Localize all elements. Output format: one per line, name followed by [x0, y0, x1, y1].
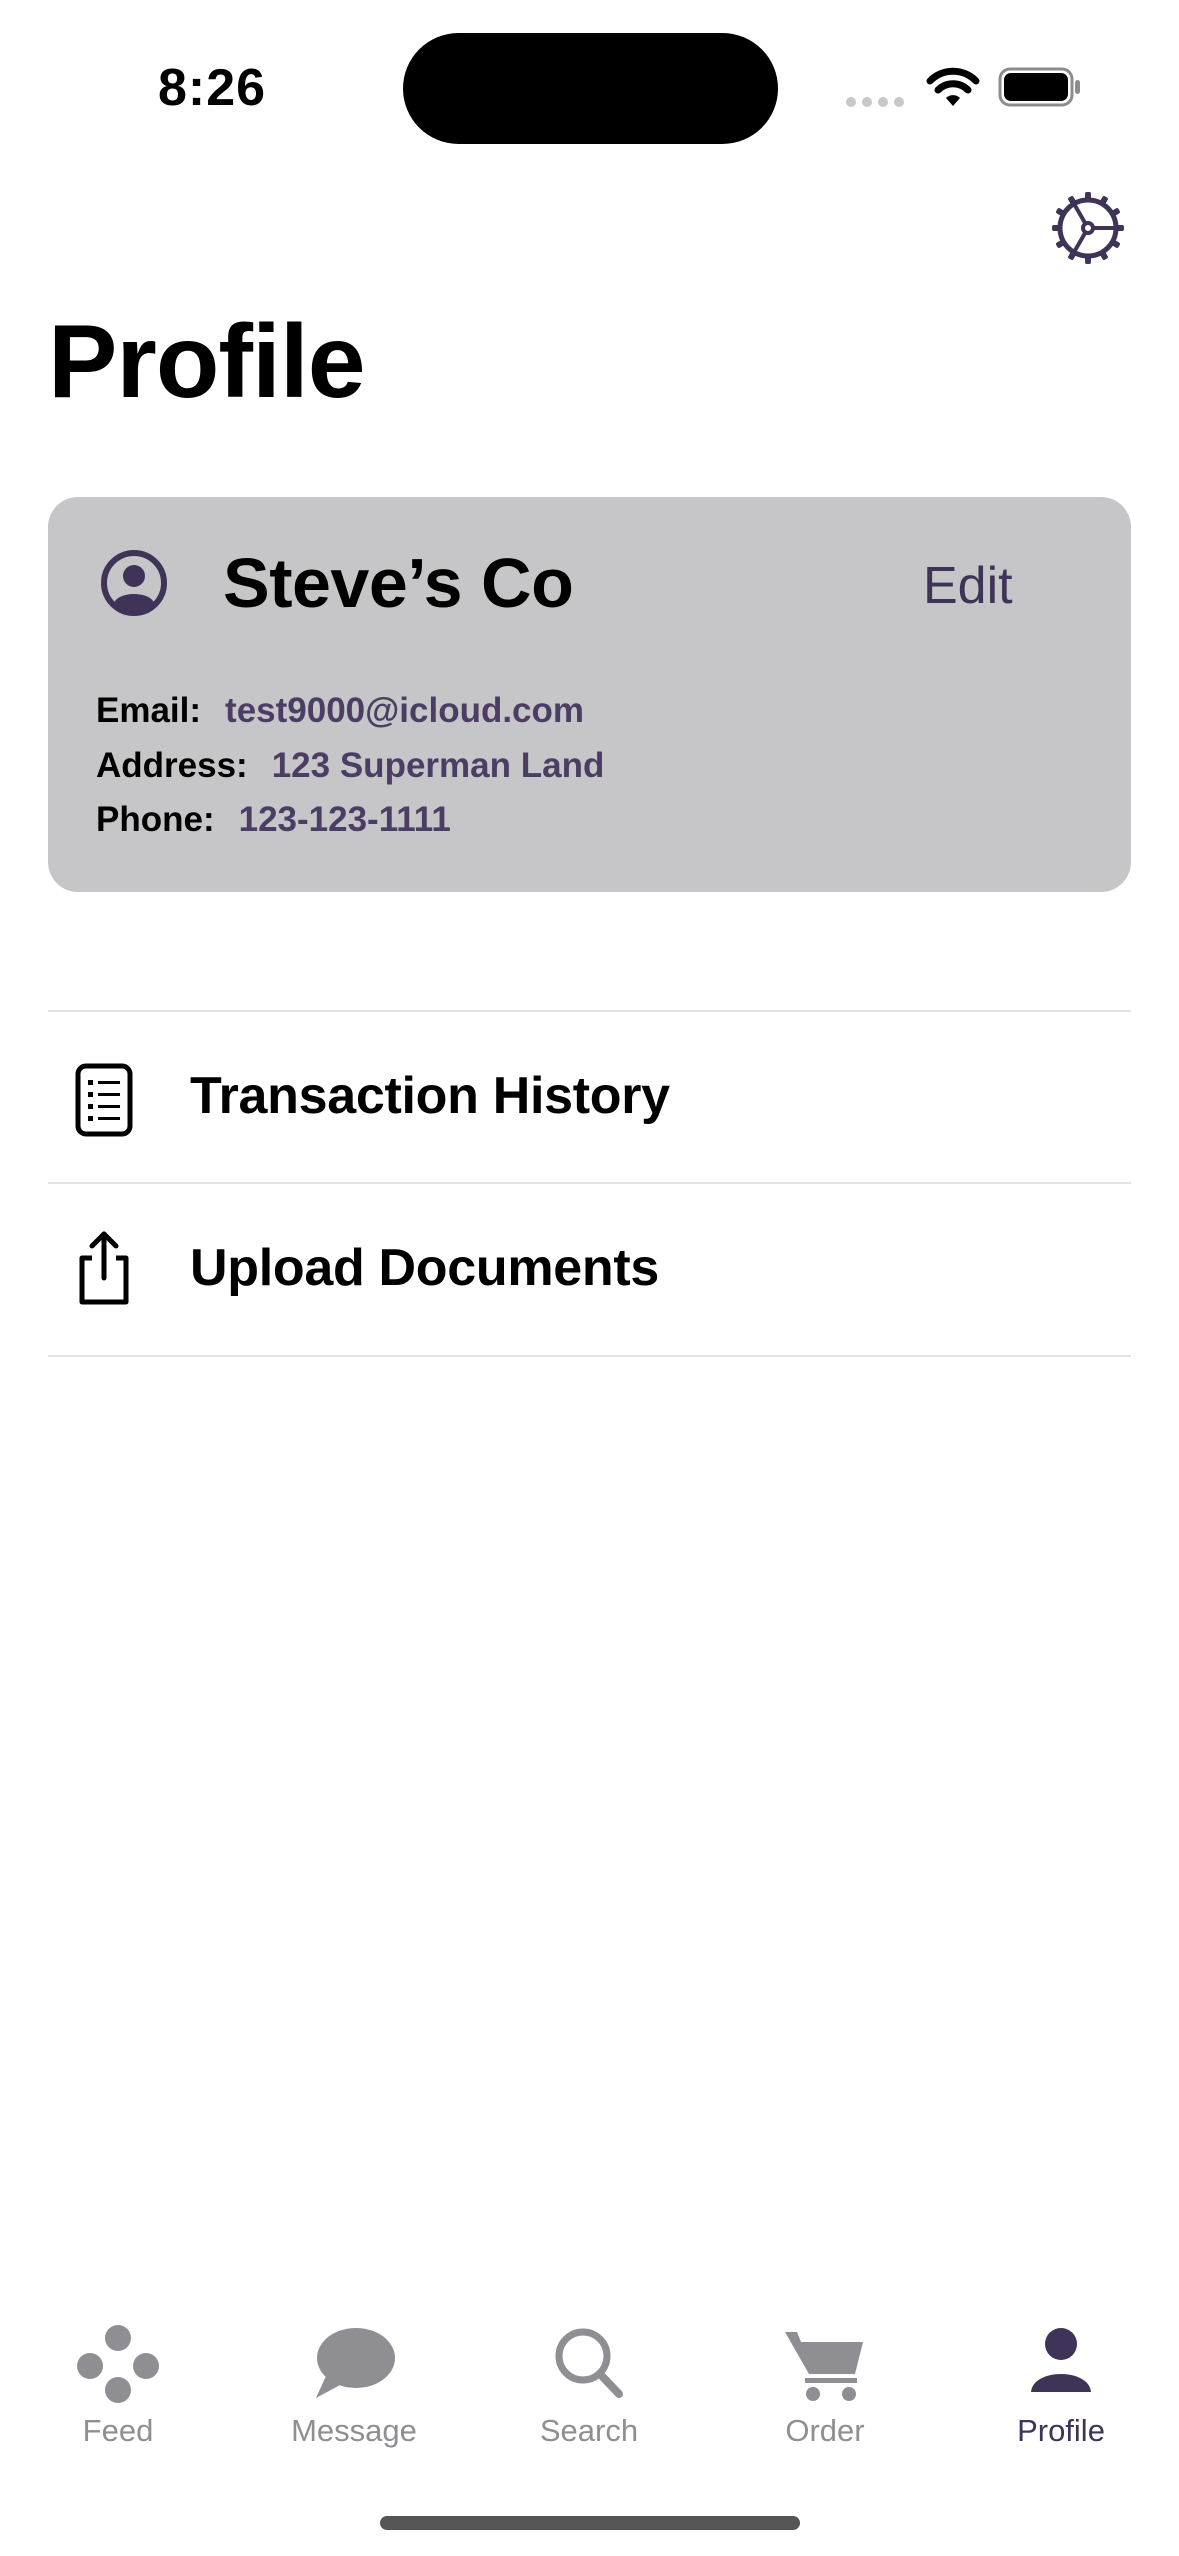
upload-documents-label: Upload Documents: [190, 1239, 660, 1297]
status-time: 8:26: [158, 59, 267, 117]
company-name: Steve’s Co: [223, 544, 574, 622]
tab-profile-label: Profile: [1017, 2413, 1105, 2448]
cart-icon: [785, 2332, 863, 2401]
cellular-signal-icon: [846, 97, 904, 107]
tab-bar: Feed Message Search Order Profile: [0, 2300, 1179, 2480]
page-title: Profile: [48, 304, 366, 420]
profile-card: Steve’s Co Edit Email: test9000@icloud.co…: [48, 497, 1131, 892]
wifi-icon: [926, 67, 980, 106]
edit-button[interactable]: Edit: [923, 556, 1013, 616]
person-circle-icon: [101, 550, 167, 616]
address-row: Address: 123 Superman Land: [96, 745, 604, 787]
dynamic-island: [403, 33, 778, 144]
profile-screen: 8:26 Profile Steve’s Co Edit Email: test…: [0, 0, 1179, 2556]
home-indicator[interactable]: [380, 2516, 800, 2530]
phone-value: 123-123-1111: [238, 800, 451, 839]
person-icon: [1031, 2328, 1091, 2392]
email-label: Email:: [96, 691, 202, 730]
tab-message[interactable]: Message: [236, 2300, 472, 2480]
upload-documents-item[interactable]: Upload Documents: [48, 1184, 1131, 1354]
phone-row: Phone: 123-123-1111: [96, 799, 451, 841]
feed-icon: [77, 2325, 159, 2403]
email-row: Email: test9000@icloud.com: [96, 690, 584, 732]
tab-message-label: Message: [291, 2413, 417, 2448]
email-value: test9000@icloud.com: [225, 691, 585, 730]
tab-order[interactable]: Order: [707, 2300, 943, 2480]
receipt-icon: [75, 1063, 133, 1137]
transaction-history-item[interactable]: Transaction History: [48, 1012, 1131, 1182]
settings-button[interactable]: [1050, 190, 1126, 266]
message-bubble-icon: [316, 2328, 395, 2398]
tab-feed[interactable]: Feed: [0, 2300, 236, 2480]
magnifier-icon: [555, 2328, 623, 2398]
tab-search-label: Search: [539, 2413, 639, 2448]
tab-feed-label: Feed: [82, 2413, 154, 2448]
tab-order-label: Order: [785, 2413, 865, 2448]
address-label: Address:: [96, 746, 248, 785]
tab-search[interactable]: Search: [471, 2300, 707, 2480]
battery-icon: [998, 67, 1080, 107]
share-upload-icon: [79, 1231, 129, 1305]
divider: [48, 1355, 1131, 1357]
gear-icon: [1052, 192, 1124, 264]
phone-label: Phone:: [96, 800, 215, 839]
tab-profile[interactable]: Profile: [943, 2300, 1179, 2480]
transaction-history-label: Transaction History: [190, 1067, 670, 1125]
address-value: 123 Superman Land: [271, 746, 605, 785]
